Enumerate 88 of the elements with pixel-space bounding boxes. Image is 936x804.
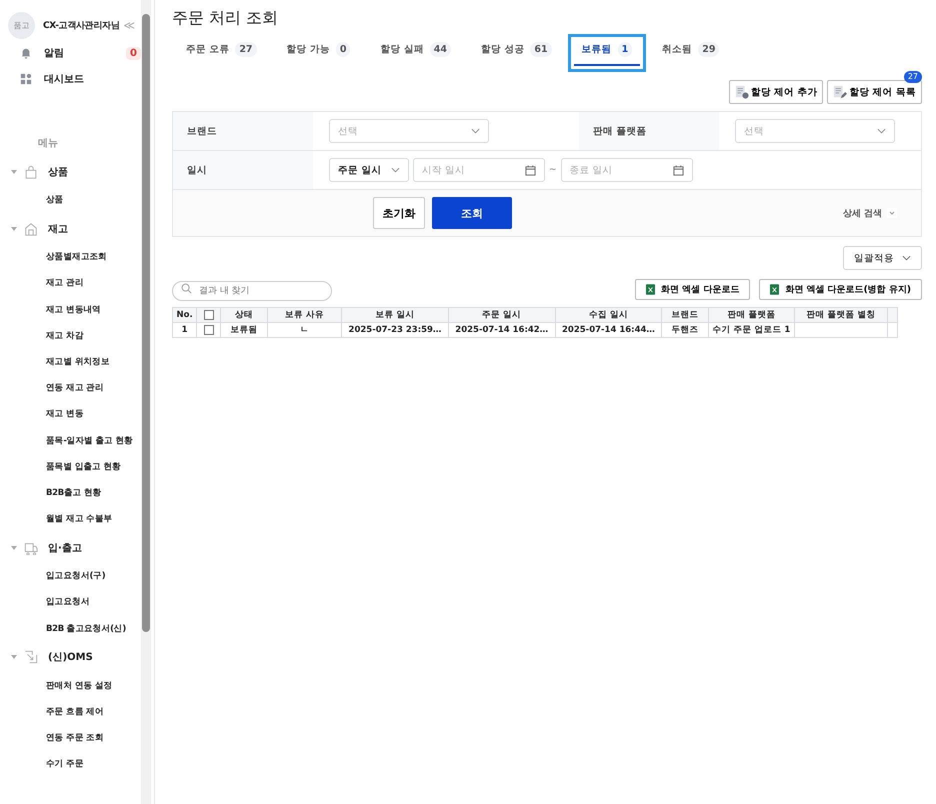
menu-item[interactable]: 상품 — [0, 187, 154, 214]
menu-group[interactable]: (신)OMS — [0, 642, 154, 673]
column-header: 수집 일시 — [588, 310, 628, 320]
column-header: 상태 — [234, 310, 253, 320]
tab[interactable]: 주문 오류 27 — [178, 40, 265, 66]
count-badge: 0 — [126, 46, 141, 60]
user-name: CX-고객사관리자님 — [43, 20, 120, 32]
column-header: 보류 일시 — [376, 310, 414, 320]
count-badge: 27 — [904, 71, 922, 83]
menu-group[interactable]: 상품 — [0, 156, 154, 187]
column-header: 보류 사유 — [284, 310, 324, 320]
menu-item[interactable]: 상품별재고조회 — [0, 244, 154, 270]
reset-button[interactable]: 초기화 — [373, 197, 425, 229]
column-header: No. — [176, 310, 193, 320]
menu-item[interactable]: 품목-일자별 출고 현황 — [0, 428, 154, 454]
sidebar-item[interactable]: 대시보드 — [0, 66, 141, 92]
bell-icon — [20, 47, 32, 59]
tab[interactable]: 할당 가능 0 — [278, 40, 358, 66]
menu-item[interactable]: 재고 관리 — [0, 270, 154, 297]
menu-item[interactable]: 연동 재고 관리 — [0, 375, 154, 402]
menu-item[interactable]: 입고요청서(구) — [0, 563, 154, 590]
menu-item[interactable]: 재고 변동내역 — [0, 296, 154, 323]
swap-icon — [24, 650, 38, 664]
spreadsheet-icon — [770, 284, 780, 295]
house-icon — [24, 222, 38, 236]
table-cell: 수기 주문 업로드 1 — [712, 325, 790, 335]
chevron-icon — [902, 255, 911, 261]
range-separator: ~ — [549, 165, 557, 175]
document-check-icon — [734, 85, 749, 99]
menu-item[interactable]: B2B출고 현황 — [0, 480, 154, 506]
table-cell: 2025-07-14 16:44… — [562, 325, 655, 335]
advanced-search-toggle[interactable]: 상세 검색 — [836, 206, 903, 220]
tab[interactable]: 할당 성공 61 — [473, 40, 560, 66]
document-edit-icon — [833, 85, 848, 99]
dashboard-icon — [20, 73, 32, 85]
calendar-icon — [672, 164, 684, 176]
page-title: 주문 처리 조회 — [172, 8, 280, 29]
select-all-checkbox[interactable] — [204, 310, 214, 320]
table-cell: 2025-07-23 23:59… — [348, 325, 442, 335]
truck-icon — [24, 540, 38, 555]
table-cell: 두핸즈 — [671, 325, 698, 335]
bag-icon — [24, 164, 38, 178]
caret-icon — [10, 653, 18, 662]
search-button[interactable]: 조회 — [432, 197, 512, 229]
menu-item[interactable]: 재고별 위치정보 — [0, 348, 154, 376]
menu-item[interactable]: 연동 주문 조회 — [0, 725, 154, 752]
spreadsheet-icon — [646, 284, 656, 295]
section-label: 메뉴 — [38, 137, 59, 148]
table-cell: 보류됨 — [230, 325, 258, 335]
menu-group[interactable]: 재고 — [0, 213, 154, 244]
tab[interactable]: 취소됨 29 — [654, 40, 728, 66]
menu-item[interactable]: 수기 주문 — [0, 751, 154, 778]
caret-icon — [10, 168, 18, 176]
scrollbar[interactable] — [141, 0, 151, 804]
column-header: 판매 플랫폼 — [727, 310, 776, 320]
table-cell: 1 — [182, 325, 188, 335]
excel-download-button[interactable]: 화면 엑셀 다운로드(병합 유지) — [759, 279, 922, 300]
column-header: 판매 플랫폼 별칭 — [806, 310, 876, 320]
column-header: 주문 일시 — [482, 310, 522, 320]
chevron-icon — [391, 167, 400, 173]
search-field[interactable]: 결과 내 찾기 — [172, 281, 332, 301]
menu-item[interactable]: 재고 차감 — [0, 322, 154, 349]
toolbar-button[interactable]: 할당 제어 목록 — [827, 80, 922, 104]
excel-download-button[interactable]: 화면 엑셀 다운로드 — [635, 279, 750, 300]
table-cell: 2025-07-14 16:42… — [455, 325, 548, 335]
row-checkbox[interactable] — [204, 324, 214, 335]
menu-item[interactable]: 재고 변동 — [0, 401, 154, 428]
menu-item[interactable]: 입고요청서 — [0, 589, 154, 616]
menu-item[interactable]: 월별 재고 수불부 — [0, 506, 154, 532]
bulk-apply-dropdown[interactable]: 일괄적용 — [843, 246, 922, 270]
menu-item[interactable]: 판매처 연동 설정 — [0, 672, 154, 699]
tab[interactable]: 할당 실패 44 — [372, 40, 460, 66]
sidebar-item[interactable]: 알림 0 — [0, 40, 141, 66]
chevron-icon — [471, 128, 480, 134]
calendar-icon — [525, 164, 536, 176]
caret-icon — [10, 224, 18, 233]
date-type-select[interactable]: 주문 일시 — [329, 158, 409, 182]
menu-item[interactable]: 품목별 입출고 현황 — [0, 454, 154, 480]
search-icon — [181, 283, 192, 294]
caret-icon — [10, 544, 18, 552]
toolbar-button[interactable]: 할당 제어 추가 — [728, 80, 824, 104]
column-header: 브랜드 — [671, 310, 698, 320]
table-cell: ㄴ — [300, 325, 309, 335]
avatar: 품고 — [8, 12, 35, 38]
menu-group[interactable]: 입·출고 — [0, 532, 154, 564]
menu-item[interactable]: B2B 출고요청서(신) — [0, 616, 154, 642]
menu-item[interactable]: 주문 흐름 제어 — [0, 699, 154, 726]
chevron-icon — [877, 128, 886, 134]
